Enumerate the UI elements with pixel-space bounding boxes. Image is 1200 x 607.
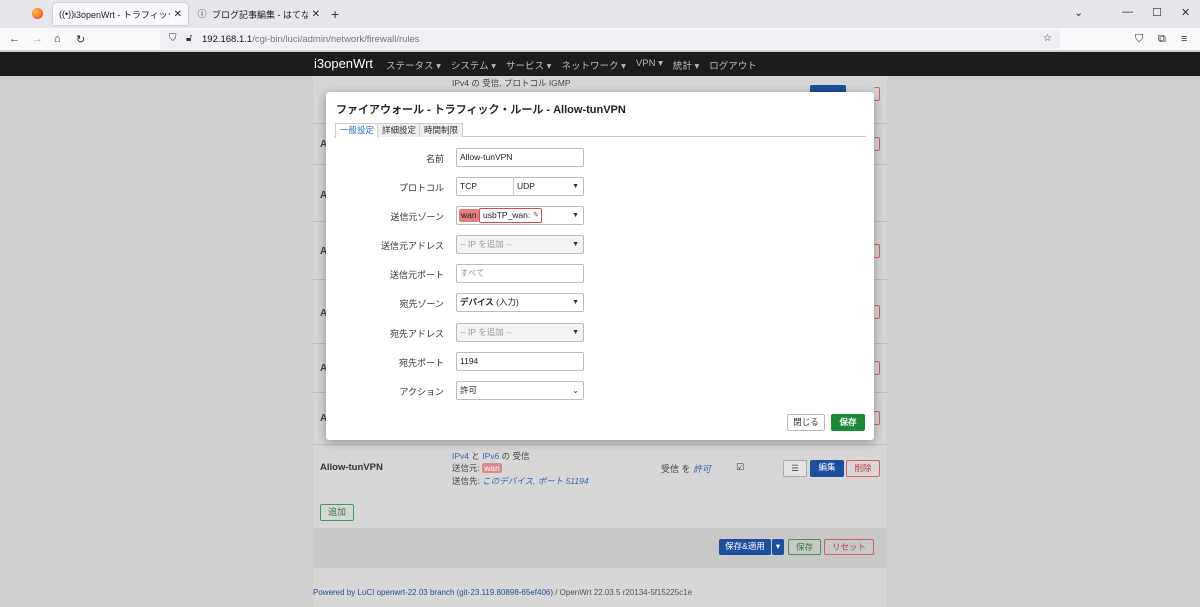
luci-brand[interactable]: i3openWrt	[314, 56, 373, 71]
zone-wan-badge: wan	[459, 209, 479, 222]
tab-general[interactable]: 一般設定	[335, 123, 380, 138]
save-button[interactable]: 保存	[788, 539, 821, 555]
back-icon[interactable]: ←	[9, 33, 20, 45]
field-dst-zone: 宛先ゾーン デバイス (入力) ▼	[326, 293, 874, 312]
dropdown-caret-icon: ▼	[572, 183, 579, 190]
src-address-select[interactable]: -- IP を追加 -- ▼	[456, 235, 584, 254]
close-button[interactable]: 閉じる	[787, 414, 825, 431]
action-select[interactable]: 許可 ⌄	[456, 381, 584, 400]
protocol-select[interactable]: TCP UDP ▼	[456, 177, 584, 196]
menu-status[interactable]: ステータス ▾	[386, 58, 441, 72]
dst-port-input[interactable]: 1194	[456, 352, 584, 371]
field-dst-addr: 宛先アドレス -- IP を追加 -- ▼	[326, 323, 874, 342]
field-dst-port: 宛先ポート 1194	[326, 352, 874, 371]
menu-services[interactable]: サービス ▾	[506, 58, 551, 72]
reload-icon[interactable]: ↻	[76, 33, 85, 46]
rule-match: IPv4 と IPv6 の 受信	[452, 451, 530, 461]
rule-source: 送信元: wan	[452, 463, 502, 473]
dst-address-select[interactable]: -- IP を追加 -- ▼	[456, 323, 584, 342]
field-action: アクション 許可 ⌄	[326, 381, 874, 400]
menu-icon[interactable]: ≡	[1181, 33, 1187, 45]
protocol-udp: UDP	[513, 178, 535, 195]
rule-name: Allow-tunVPN	[320, 462, 383, 473]
luci-header: i3openWrt ステータス ▾ システム ▾ サービス ▾ ネットワーク ▾…	[0, 52, 1200, 76]
forward-icon[interactable]: →	[32, 33, 43, 45]
dropdown-caret-icon: ▼	[572, 212, 579, 219]
url-text[interactable]: 192.168.1.1/cgi-bin/luci/admin/network/f…	[202, 34, 420, 45]
firefox-icon[interactable]	[32, 8, 43, 19]
close-tab-icon[interactable]: ✕	[174, 9, 182, 20]
edit-pencil-icon: ✎	[533, 212, 539, 219]
reset-button[interactable]: リセット	[824, 539, 874, 555]
browser-navbar: ← → ⌂ ↻ ⛉ 🔓︎ 192.168.1.1/cgi-bin/luci/ad…	[0, 28, 1200, 51]
menu-statistics[interactable]: 統計 ▾	[673, 58, 699, 72]
chevron-down-icon: ⌄	[572, 386, 579, 395]
minimize-icon[interactable]: —	[1122, 6, 1133, 18]
tab-time-restrictions[interactable]: 時間制限	[419, 123, 464, 137]
close-tab-icon[interactable]: ✕	[312, 9, 320, 20]
menu-vpn[interactable]: VPN ▾	[636, 58, 663, 72]
field-src-port: 送信元ポート すべて	[326, 264, 874, 283]
field-src-zone: 送信元ゾーン wan usbTP_wan: ✎ ▼	[326, 206, 874, 225]
src-port-input[interactable]: すべて	[456, 264, 584, 283]
wireless-icon: ((•))	[59, 9, 75, 19]
rule-enable-checkbox[interactable]: ☑	[736, 462, 744, 473]
field-name: 名前 Allow-tunVPN	[326, 148, 874, 167]
name-input[interactable]: Allow-tunVPN	[456, 148, 584, 167]
add-rule-button[interactable]: 追加	[320, 504, 354, 521]
page-footer: Powered by LuCI openwrt-22.03 branch (gi…	[313, 588, 693, 597]
tab-list-icon[interactable]: ⌄	[1074, 6, 1083, 19]
url-bar[interactable]: ⛉ 🔓︎ 192.168.1.1/cgi-bin/luci/admin/netw…	[160, 30, 1060, 49]
shield-icon[interactable]: ⛉	[169, 33, 177, 44]
field-protocol: プロトコル TCP UDP ▼	[326, 177, 874, 196]
dropdown-caret-icon: ▼	[572, 241, 579, 248]
protocol-tcp: TCP	[460, 181, 477, 191]
delete-button-edge	[874, 87, 880, 101]
delete-button[interactable]: 削除	[846, 460, 880, 477]
delete-button-edge	[874, 137, 880, 151]
edit-button[interactable]: 編集	[810, 460, 844, 477]
tab-advanced[interactable]: 詳細設定	[377, 123, 422, 137]
tab-hatena[interactable]: ⓘ ブログ記事編集 - はてなブログ ✕	[191, 3, 326, 25]
custom-zone-input[interactable]: usbTP_wan: ✎	[479, 208, 542, 223]
luci-menu: ステータス ▾ システム ▾ サービス ▾ ネットワーク ▾ VPN ▾ 統計 …	[386, 58, 757, 72]
top-rule-snippet: IPv4 の 受信, プロトコル IGMP	[452, 78, 571, 88]
field-src-addr: 送信元アドレス -- IP を追加 -- ▼	[326, 235, 874, 254]
maximize-icon[interactable]: ☐	[1152, 6, 1162, 19]
modal-tabs: 一般設定 詳細設定 時間制限	[334, 123, 866, 138]
dst-zone-select[interactable]: デバイス (入力) ▼	[456, 293, 584, 312]
rule-destination: 送信先: このデバイス, ポート 51194	[452, 476, 589, 486]
browser-tab-bar: ((•)) i3openWrt - トラフィック・ルール - L ✕ ⓘ ブログ…	[0, 0, 1200, 28]
lock-warning-icon[interactable]: 🔓︎	[186, 33, 192, 44]
src-zone-select[interactable]: wan usbTP_wan: ✎ ▼	[456, 206, 584, 225]
menu-network[interactable]: ネットワーク ▾	[561, 58, 625, 72]
save-apply-dropdown[interactable]: ▾	[772, 539, 784, 555]
new-tab-icon[interactable]: +	[331, 6, 339, 22]
save-apply-button[interactable]: 保存&適用	[719, 539, 771, 555]
bookmark-star-icon[interactable]: ☆	[1043, 33, 1052, 44]
row-divider	[313, 444, 887, 445]
delete-button-edge	[874, 244, 880, 258]
modal-title: ファイアウォール - トラフィック・ルール - Allow-tunVPN	[336, 104, 626, 116]
window-close-icon[interactable]: ✕	[1181, 6, 1190, 19]
extensions-icon[interactable]: ⧉	[1158, 33, 1166, 46]
delete-button-edge	[874, 411, 880, 425]
tab-luci[interactable]: ((•)) i3openWrt - トラフィック・ルール - L ✕	[53, 3, 188, 25]
delete-button-edge	[874, 305, 880, 319]
drag-handle-button[interactable]: ☰	[783, 460, 807, 477]
dropdown-caret-icon: ▼	[572, 329, 579, 336]
menu-system[interactable]: システム ▾	[451, 58, 496, 72]
info-icon: ⓘ	[197, 9, 207, 19]
rule-action: 受信 を 許可	[661, 464, 712, 474]
dropdown-caret-icon: ▼	[572, 299, 579, 306]
home-icon[interactable]: ⌂	[54, 33, 61, 45]
menu-logout[interactable]: ログアウト	[709, 58, 757, 72]
delete-button-edge	[874, 361, 880, 375]
pocket-icon[interactable]: ⛉	[1135, 33, 1143, 46]
rule-edit-modal: ファイアウォール - トラフィック・ルール - Allow-tunVPN 一般設…	[326, 92, 874, 440]
modal-save-button[interactable]: 保存	[831, 414, 865, 431]
